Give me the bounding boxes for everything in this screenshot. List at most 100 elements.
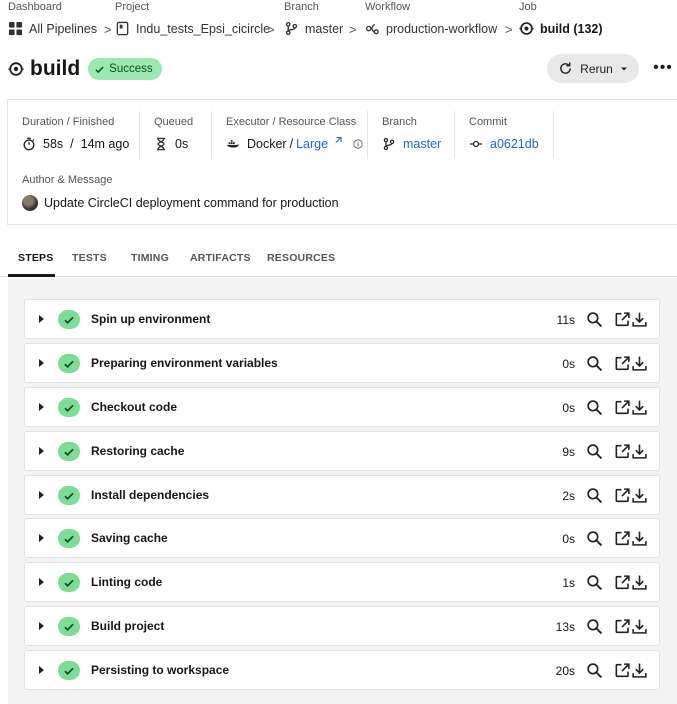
workflow-link[interactable]: production-workflow [365,21,497,36]
step-duration: 13s [555,620,575,634]
breadcrumb-project-label: Project [115,1,150,13]
open-in-new-icon[interactable] [614,662,631,679]
branch-label: Branch [382,116,417,128]
expand-caret-icon[interactable] [39,315,44,323]
queued-label: Queued [154,116,194,128]
author-message: Update CircleCI deployment command for p… [22,195,339,211]
open-in-new-icon[interactable] [614,355,631,372]
search-icon[interactable] [586,487,603,504]
chevron-down-icon [620,67,627,70]
step-row[interactable]: Preparing environment variables 0s [24,343,660,383]
search-icon[interactable] [586,443,603,460]
tab-resources[interactable]: RESOURCES [267,252,335,264]
branch-icon [383,137,395,151]
expand-caret-icon[interactable] [39,666,44,674]
step-duration: 9s [562,445,575,459]
download-icon[interactable] [631,662,648,679]
search-icon[interactable] [586,618,603,635]
step-row[interactable]: Spin up environment 11s [24,299,660,339]
download-icon[interactable] [631,443,648,460]
search-icon[interactable] [586,311,603,328]
rerun-button[interactable]: Rerun [547,54,639,83]
expand-caret-icon[interactable] [39,359,44,367]
expand-caret-icon[interactable] [39,534,44,542]
step-name: Linting code [91,575,163,589]
step-row[interactable]: Persisting to workspace 20s [24,650,660,690]
step-row[interactable]: Saving cache 0s [24,518,660,558]
open-in-new-icon[interactable] [614,487,631,504]
branch-value: master [382,137,441,151]
duration-value: 58s / 14m ago [22,137,129,151]
job-link[interactable]: build (132) [519,21,603,36]
step-duration: 0s [562,401,575,415]
executor-type: Docker [247,137,287,151]
search-icon[interactable] [586,355,603,372]
expand-caret-icon[interactable] [39,403,44,411]
executor-separator: / [289,137,294,151]
tab-steps[interactable]: STEPS [18,252,53,264]
step-success-icon [58,486,80,505]
info-icon[interactable] [351,139,365,149]
step-success-icon [58,573,80,592]
search-icon[interactable] [586,574,603,591]
step-name: Checkout code [91,400,178,414]
step-success-icon [58,661,80,680]
commit-icon [469,140,483,148]
status-label: Success [109,63,153,75]
expand-caret-icon[interactable] [39,578,44,586]
step-row[interactable]: Build project 13s [24,606,660,646]
breadcrumb-separator: > [505,22,513,37]
search-icon[interactable] [586,530,603,547]
rerun-icon [560,62,572,74]
breadcrumb-dashboard-label: Dashboard [8,1,62,13]
commit-value: a0621db [469,137,539,151]
breadcrumb-branch-label: Branch [284,1,319,13]
open-in-new-icon[interactable] [614,574,631,591]
job-icon [519,22,534,35]
breadcrumb-separator: > [267,22,275,37]
search-icon[interactable] [586,399,603,416]
expand-caret-icon[interactable] [39,491,44,499]
download-icon[interactable] [631,618,648,635]
step-duration: 20s [555,664,575,678]
download-icon[interactable] [631,530,648,547]
open-in-new-icon[interactable] [614,530,631,547]
step-success-icon [58,617,80,636]
stopwatch-icon [23,137,35,151]
expand-caret-icon[interactable] [39,447,44,455]
open-in-new-icon[interactable] [614,311,631,328]
tab-timing[interactable]: TIMING [131,252,169,264]
search-icon[interactable] [586,662,603,679]
branch-link[interactable]: master [284,21,343,36]
step-row[interactable]: Restoring cache 9s [24,431,660,471]
step-name: Preparing environment variables [91,356,278,370]
download-icon[interactable] [631,399,648,416]
all-pipelines-link[interactable]: All Pipelines [8,21,97,36]
check-icon [95,66,104,73]
tab-tests[interactable]: TESTS [72,252,107,264]
open-in-new-icon[interactable] [614,618,631,635]
step-duration: 1s [562,576,575,590]
tab-artifacts[interactable]: ARTIFACTS [190,252,251,264]
more-options-button[interactable]: ••• [651,56,675,80]
project-link[interactable]: Indu_tests_Epsi_cicircle [115,21,270,36]
queued-time: 0s [175,137,189,151]
all-pipelines-label: All Pipelines [29,21,98,36]
step-row[interactable]: Checkout code 0s [24,387,660,427]
step-row[interactable]: Linting code 1s [24,562,660,602]
executor-label: Executor / Resource Class [226,116,357,128]
download-icon[interactable] [631,574,648,591]
expand-caret-icon[interactable] [39,622,44,630]
job-tabs: STEPS TESTS TIMING ARTIFACTS RESOURCES [0,246,677,277]
open-in-new-icon[interactable] [614,399,631,416]
commit-link[interactable]: a0621db [490,137,539,151]
resource-class-link[interactable]: Large [296,137,328,151]
open-in-new-icon[interactable] [614,443,631,460]
download-icon[interactable] [631,487,648,504]
branch-link[interactable]: master [403,137,441,151]
workflow-name: production-workflow [386,21,498,36]
step-success-icon [58,529,80,548]
download-icon[interactable] [631,311,648,328]
step-row[interactable]: Install dependencies 2s [24,475,660,515]
download-icon[interactable] [631,355,648,372]
